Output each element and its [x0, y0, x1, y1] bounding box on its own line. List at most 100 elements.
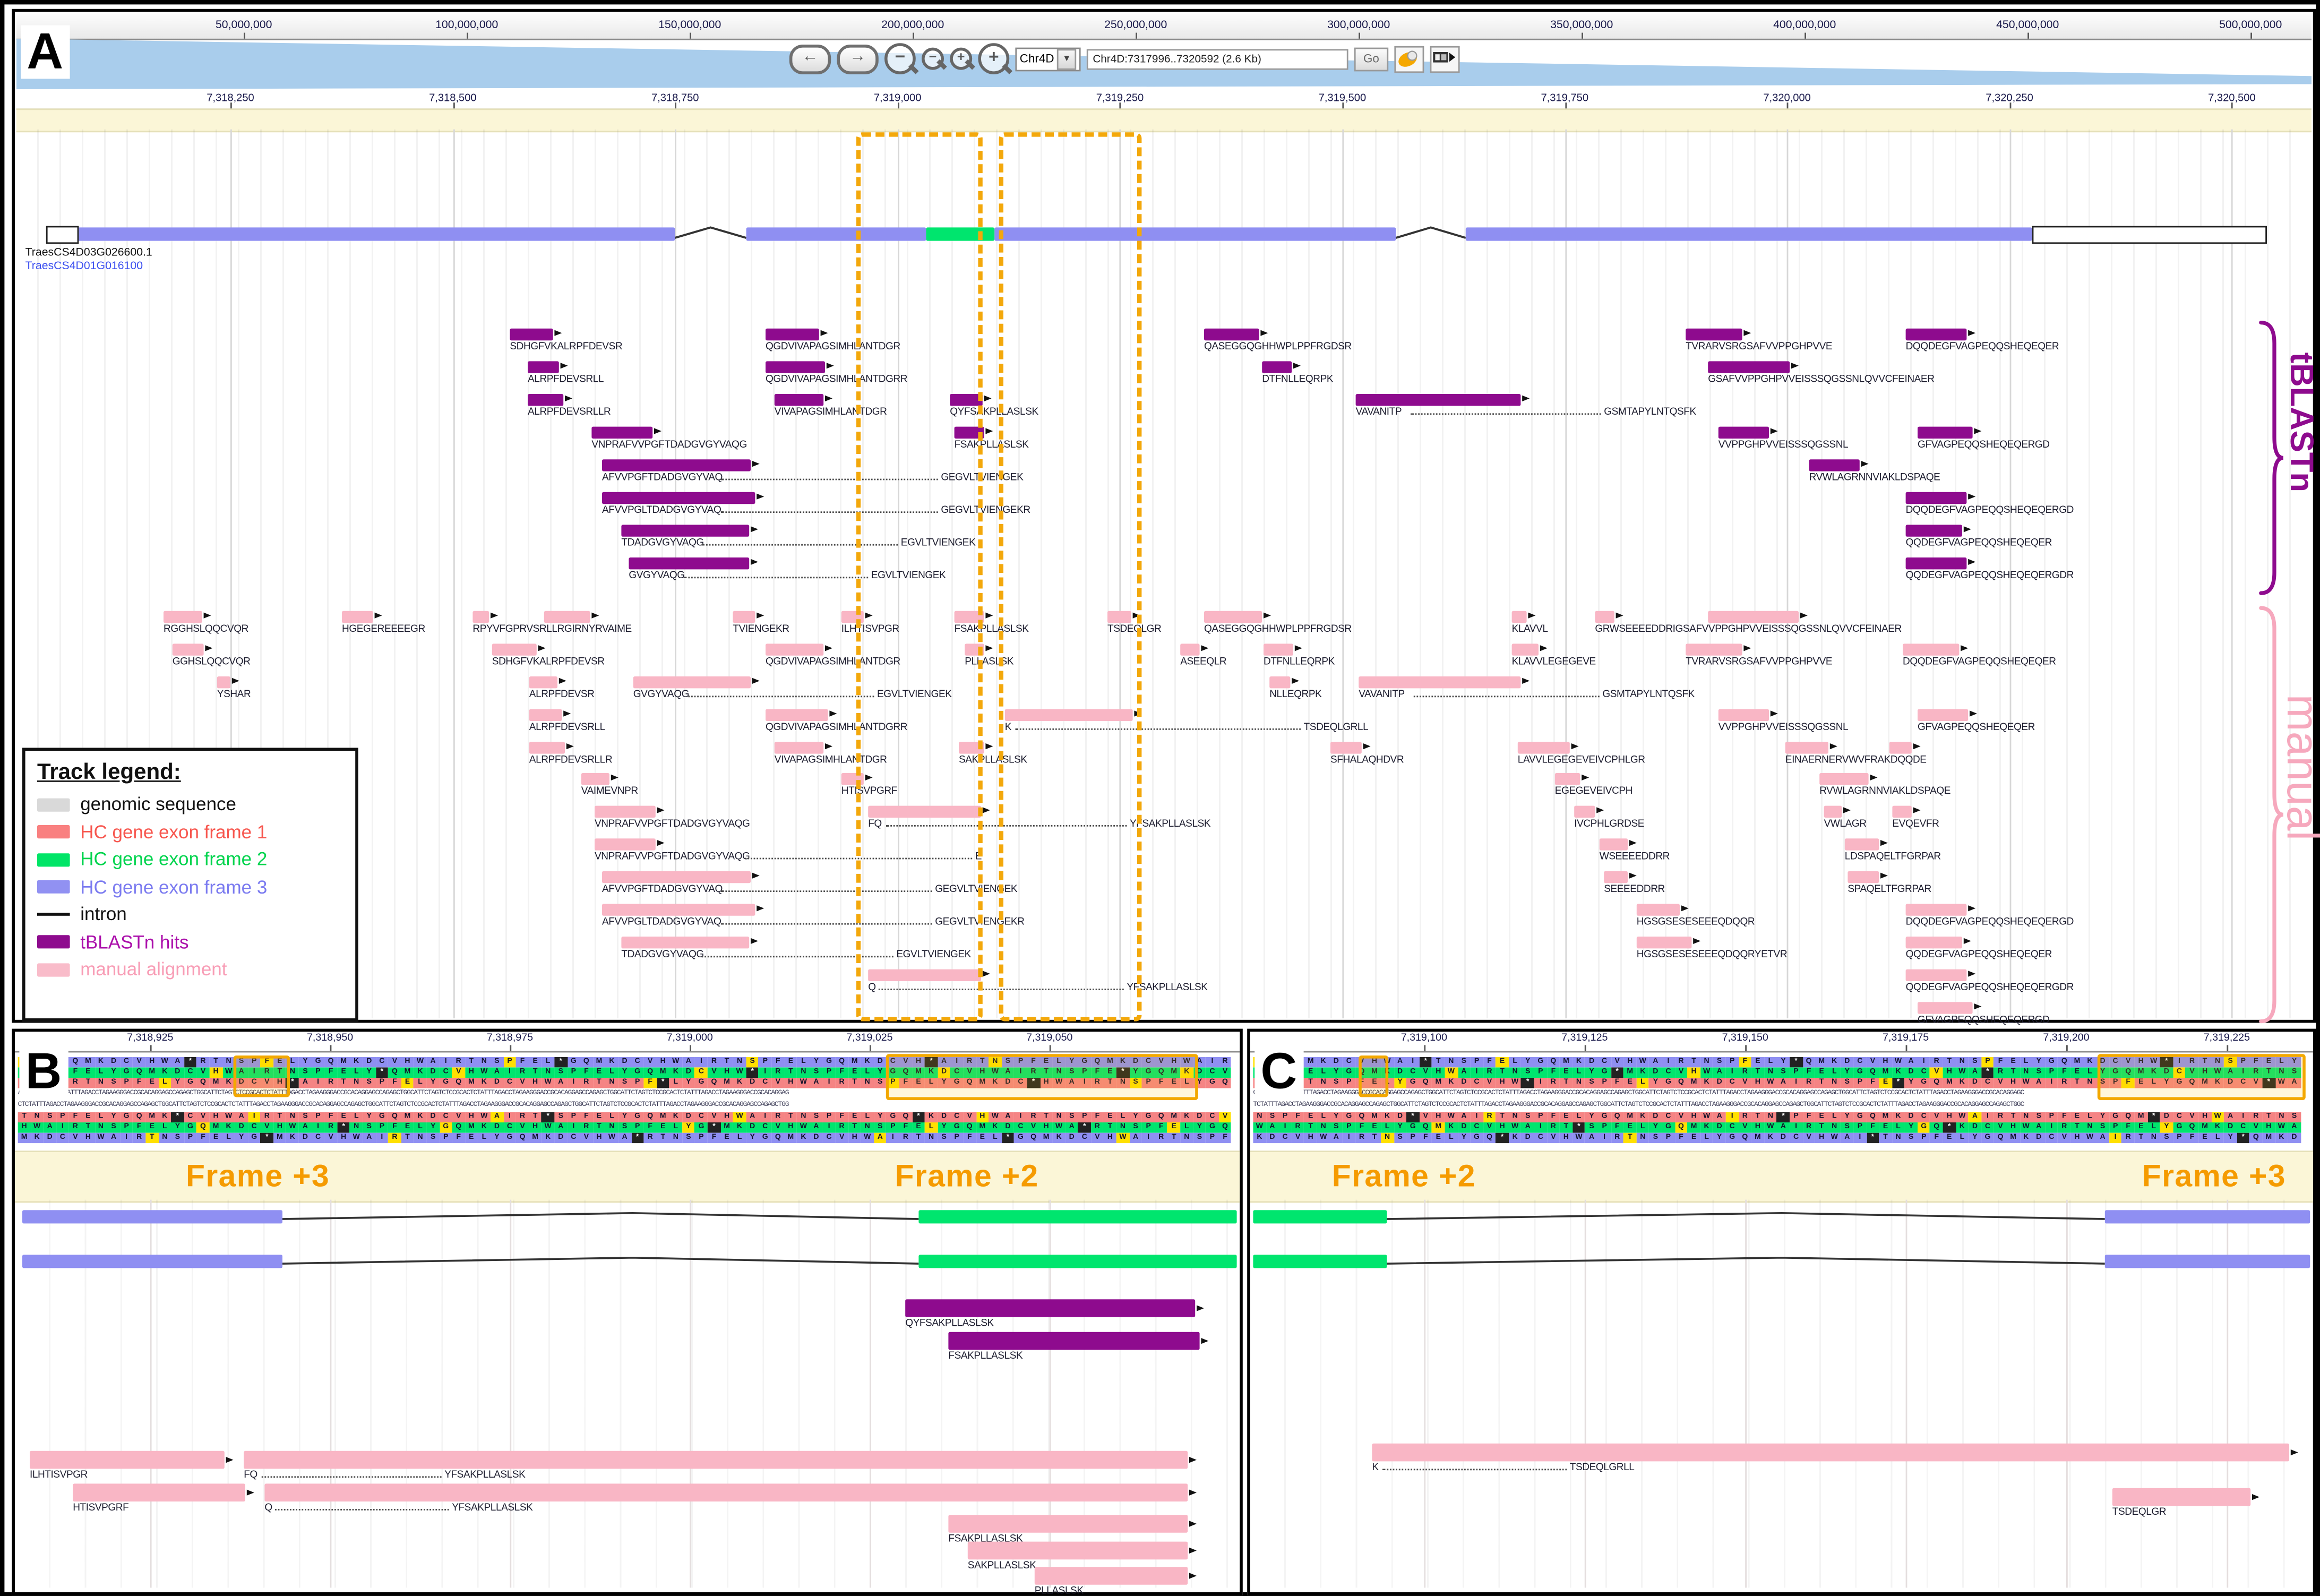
- manual-alignment-bar[interactable]: [1600, 838, 1628, 850]
- tblastn-hit-bar[interactable]: [528, 394, 563, 406]
- gene-exon-blue[interactable]: [22, 1255, 282, 1268]
- manual-alignment-bar[interactable]: [968, 1542, 1188, 1560]
- tblastn-hit-bar[interactable]: [602, 459, 751, 471]
- manual-alignment-bar[interactable]: [342, 611, 373, 623]
- gene-exon-frame3[interactable]: [1466, 227, 2032, 241]
- tblastn-hit-bar[interactable]: [528, 361, 559, 373]
- panel-ruler[interactable]: 7,318,9257,318,9507,318,9757,319,0007,31…: [15, 1032, 1240, 1052]
- tblastn-hit-bar[interactable]: [591, 427, 652, 439]
- tblastn-hit-bar[interactable]: [1718, 427, 1769, 439]
- manual-alignment-bar[interactable]: [1555, 773, 1580, 785]
- manual-alignment-bar[interactable]: [492, 643, 537, 655]
- manual-alignment-bar[interactable]: [1918, 1002, 1973, 1014]
- go-button[interactable]: Go: [1354, 47, 1388, 71]
- manual-alignment-bar[interactable]: [1264, 643, 1293, 655]
- manual-alignment-bar[interactable]: [733, 611, 755, 623]
- manual-alignment-bar[interactable]: [544, 611, 590, 623]
- manual-alignment-bar[interactable]: [217, 676, 230, 688]
- panel-ruler[interactable]: 7,319,1007,319,1257,319,1507,319,1757,31…: [1250, 1032, 2313, 1052]
- forward-button[interactable]: →: [837, 44, 878, 74]
- tblastn-hit-bar[interactable]: [1356, 394, 1521, 406]
- tblastn-hit-bar[interactable]: [602, 492, 755, 504]
- manual-alignment-bar[interactable]: [164, 611, 202, 623]
- manual-alignment-bar[interactable]: [1512, 643, 1539, 655]
- gene-exon-blue[interactable]: [2105, 1210, 2310, 1223]
- gene-exon-blue[interactable]: [22, 1210, 282, 1223]
- gene-exon-blue[interactable]: [2105, 1255, 2310, 1268]
- gene-name-label[interactable]: TraesCS4D03G026600.1: [25, 247, 152, 258]
- manual-alignment-bar[interactable]: [1204, 611, 1262, 623]
- manual-alignment-bar[interactable]: [1180, 643, 1199, 655]
- manual-alignment-bar[interactable]: [595, 838, 656, 850]
- tblastn-hit-bar[interactable]: [1906, 492, 1967, 504]
- manual-alignment-bar[interactable]: [472, 611, 489, 623]
- manual-alignment-bar[interactable]: [602, 871, 751, 883]
- tblastn-hit-bar[interactable]: [1809, 459, 1860, 471]
- location-input[interactable]: [1087, 48, 1348, 69]
- tblastn-hit-bar[interactable]: [766, 329, 819, 340]
- gene-exon-frame3[interactable]: [76, 227, 675, 241]
- manual-alignment-bar[interactable]: [1512, 611, 1527, 623]
- gene-name-link[interactable]: TraesCS4D01G016100: [25, 260, 143, 271]
- manual-alignment-bar[interactable]: [581, 773, 609, 785]
- gene-utr-box[interactable]: [46, 226, 79, 244]
- manual-alignment-bar[interactable]: [529, 742, 565, 753]
- back-button[interactable]: ←: [789, 44, 831, 74]
- manual-alignment-bar[interactable]: [1637, 937, 1692, 948]
- manual-alignment-bar[interactable]: [1906, 904, 1967, 915]
- manual-alignment-bar[interactable]: [766, 643, 823, 655]
- chevron-down-icon[interactable]: ▼: [1057, 48, 1076, 69]
- tblastn-hit-bar[interactable]: [1708, 361, 1790, 373]
- export-view-icon[interactable]: [1430, 45, 1459, 72]
- manual-alignment-bar[interactable]: [595, 806, 656, 818]
- panel-a-ruler[interactable]: 7,318,2507,318,5007,318,7507,319,0007,31…: [16, 89, 2312, 110]
- manual-alignment-bar[interactable]: [633, 676, 751, 688]
- tblastn-hit-bar[interactable]: [775, 394, 823, 406]
- gene-exon-green[interactable]: [1253, 1255, 1387, 1268]
- manual-alignment-bar[interactable]: [1718, 709, 1769, 721]
- manual-alignment-bar[interactable]: [1604, 871, 1628, 883]
- gene-exon-green[interactable]: [918, 1210, 1236, 1223]
- tblastn-hit-bar[interactable]: [1906, 557, 1967, 569]
- manual-alignment-bar[interactable]: [1035, 1567, 1188, 1585]
- tblastn-hit-bar[interactable]: [948, 1332, 1199, 1350]
- gene-exon-green[interactable]: [918, 1255, 1236, 1268]
- zoom-out-large-icon[interactable]: −: [884, 43, 916, 74]
- manual-alignment-bar[interactable]: [1269, 676, 1290, 688]
- manual-alignment-bar[interactable]: [1892, 806, 1911, 818]
- manual-alignment-bar[interactable]: [1903, 643, 1959, 655]
- manual-alignment-bar[interactable]: [73, 1483, 245, 1501]
- manual-alignment-bar[interactable]: [1595, 611, 1614, 623]
- manual-alignment-bar[interactable]: [1785, 742, 1828, 753]
- manual-alignment-bar[interactable]: [1686, 643, 1742, 655]
- zoom-in-small-icon[interactable]: +: [950, 48, 972, 70]
- zoom-out-small-icon[interactable]: −: [922, 48, 944, 70]
- manual-alignment-bar[interactable]: [244, 1451, 1188, 1469]
- manual-alignment-bar[interactable]: [1906, 969, 1967, 981]
- manual-alignment-bar[interactable]: [529, 709, 562, 721]
- manual-alignment-bar[interactable]: [1906, 937, 1962, 948]
- tblastn-hit-bar[interactable]: [1918, 427, 1973, 439]
- tblastn-hit-bar[interactable]: [1906, 525, 1962, 536]
- manual-alignment-bar[interactable]: [766, 709, 828, 721]
- manual-alignment-bar[interactable]: [1848, 871, 1879, 883]
- manual-alignment-bar[interactable]: [30, 1451, 225, 1469]
- chromosome-select[interactable]: Chr4D ▼: [1015, 47, 1081, 71]
- manual-alignment-bar[interactable]: [173, 643, 204, 655]
- gene-exon-green[interactable]: [1253, 1210, 1387, 1223]
- tblastn-hit-bar[interactable]: [1204, 329, 1259, 340]
- gene-utr-box[interactable]: [2032, 226, 2267, 244]
- manual-alignment-bar[interactable]: [1889, 742, 1912, 753]
- manual-alignment-bar[interactable]: [1518, 742, 1570, 753]
- manual-alignment-bar[interactable]: [1918, 709, 1968, 721]
- manual-alignment-bar[interactable]: [2112, 1488, 2250, 1506]
- manual-alignment-bar[interactable]: [529, 676, 557, 688]
- zoom-in-large-icon[interactable]: +: [978, 43, 1009, 74]
- overview-ruler[interactable]: 50,000,000100,000,000150,000,000200,000,…: [16, 13, 2312, 40]
- tblastn-hit-bar[interactable]: [1686, 329, 1742, 340]
- tblastn-hit-bar[interactable]: [510, 329, 553, 340]
- manual-alignment-bar[interactable]: [775, 742, 823, 753]
- manual-alignment-bar[interactable]: [1574, 806, 1595, 818]
- tblastn-hit-bar[interactable]: [905, 1299, 1195, 1317]
- tblastn-hit-bar[interactable]: [766, 361, 825, 373]
